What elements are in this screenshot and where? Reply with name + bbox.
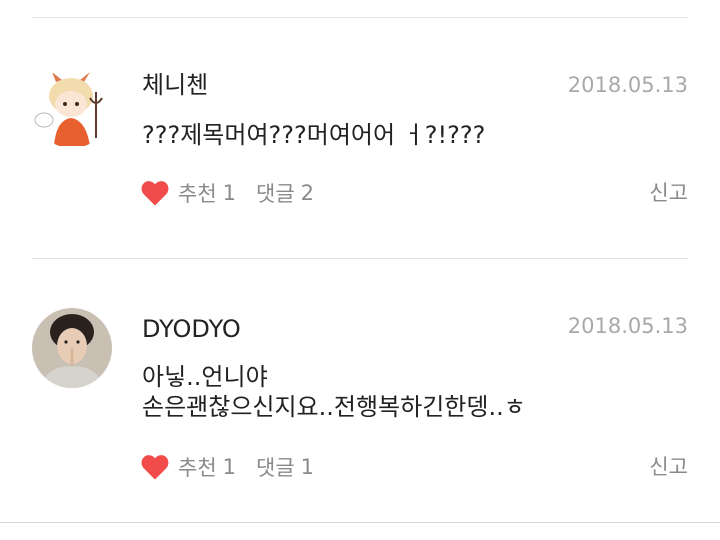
- username[interactable]: DYODYO: [142, 314, 241, 344]
- like-count: 1: [222, 181, 237, 205]
- like-label[interactable]: 추천: [178, 452, 217, 482]
- comment-date: 2018.05.13: [567, 314, 688, 338]
- heart-icon[interactable]: [140, 179, 170, 207]
- person-photo-avatar-image: [32, 308, 112, 388]
- comment-date: 2018.05.13: [567, 73, 688, 97]
- avatar[interactable]: [32, 308, 112, 388]
- reply-label[interactable]: 댓글: [256, 178, 295, 208]
- report-button[interactable]: 신고: [649, 178, 688, 208]
- comment-text: 아닣..언니야 손은괜찮으신지요..전행복하긴한뎅..ㅎ: [142, 363, 526, 421]
- reply-count[interactable]: 2: [301, 181, 314, 205]
- avatar[interactable]: [32, 68, 112, 148]
- comment-actions: 추천 1 댓글 1: [140, 452, 314, 482]
- username[interactable]: 체니첸: [142, 70, 208, 100]
- report-button[interactable]: 신고: [649, 452, 688, 482]
- bottom-divider: [0, 522, 720, 523]
- cartoon-devil-avatar-image: [32, 68, 112, 148]
- like-count: 1: [222, 455, 237, 479]
- like-label[interactable]: 추천: [178, 178, 217, 208]
- reply-count[interactable]: 1: [301, 455, 314, 479]
- heart-icon[interactable]: [140, 453, 170, 481]
- top-divider: [32, 17, 688, 18]
- comment-divider: [32, 258, 688, 259]
- reply-label[interactable]: 댓글: [256, 452, 295, 482]
- comment-text: ???제목머여???머여어어 ㅓ?!???: [142, 121, 486, 149]
- comment-actions: 추천 1 댓글 2: [140, 178, 314, 208]
